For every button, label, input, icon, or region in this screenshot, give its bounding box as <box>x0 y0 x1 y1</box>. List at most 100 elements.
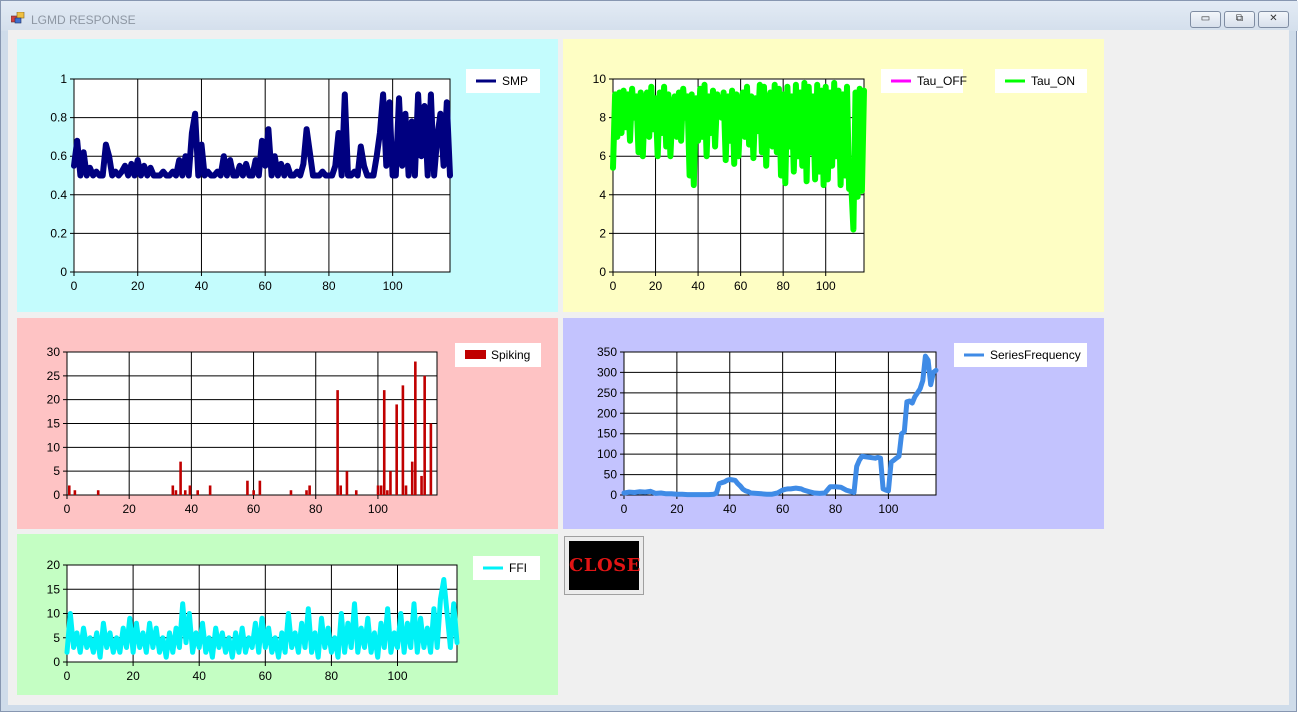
y-tick-label: 250 <box>597 386 617 400</box>
y-tick-label: 50 <box>604 468 618 482</box>
y-tick-label: 0 <box>610 488 617 502</box>
bar <box>179 461 182 495</box>
y-tick-label: 0 <box>599 265 606 279</box>
chart-tau-svg: 02468100 20 40 60 80 100Tau_OFF Tau_ON <box>563 39 1104 312</box>
y-tick-label: 10 <box>47 440 61 454</box>
bar <box>305 490 308 495</box>
y-tick-label: 0.4 <box>50 188 67 202</box>
bar <box>386 490 389 495</box>
y-tick-label: 6 <box>599 149 606 163</box>
x-tick-label: 40 <box>723 502 737 516</box>
x-tick-label: 40 <box>691 279 705 293</box>
bar <box>67 485 71 495</box>
x-tick-label: 0 <box>621 502 628 516</box>
y-tick-label: 15 <box>47 417 61 431</box>
y-tick-label: 4 <box>599 188 606 202</box>
y-tick-label: 100 <box>597 447 617 461</box>
y-tick-label: 0.6 <box>50 149 67 163</box>
bar <box>376 485 380 495</box>
bar <box>336 390 339 495</box>
bar <box>196 490 199 495</box>
chart-series-frequency: 0 50 100 150 200 250 300 350 0 20 40 60 80 100 SeriesF… <box>563 318 1104 529</box>
x-tick-label: 60 <box>259 279 273 293</box>
maximize-icon: ⧉ <box>1235 13 1244 24</box>
x-tick-label: 40 <box>193 669 207 683</box>
bar <box>401 385 405 495</box>
x-tick-label: 80 <box>829 502 843 516</box>
x-tick-label: 20 <box>131 279 145 293</box>
x-tick-label: 20 <box>649 279 663 293</box>
bar <box>345 471 349 495</box>
bar <box>252 490 255 495</box>
bar <box>208 485 212 495</box>
x-tick-label: 60 <box>776 502 790 516</box>
app-icon <box>11 12 25 24</box>
close-button[interactable]: CLOSE <box>564 536 644 595</box>
y-tick-label: 5 <box>53 464 60 478</box>
bar <box>171 485 175 495</box>
y-tick-label: 0 <box>53 655 60 669</box>
chart-ffi: 0 5 10 15 20 0 20 40 60 80 100 FFI <box>17 534 558 695</box>
y-tick-label: 10 <box>47 607 61 621</box>
y-tick-label: 2 <box>599 226 606 240</box>
y-tick-label: 8 <box>599 111 606 125</box>
legend-label: Spiking <box>491 348 530 362</box>
x-tick-label: 80 <box>309 502 323 516</box>
y-tick-label: 30 <box>47 345 61 359</box>
x-tick-label: 60 <box>259 669 273 683</box>
x-tick-label: 100 <box>383 279 403 293</box>
y-tick-label: 20 <box>47 393 61 407</box>
bar <box>174 490 178 495</box>
x-tick-label: 40 <box>195 279 209 293</box>
y-tick-label: 350 <box>597 345 617 359</box>
x-tick-label: 100 <box>878 502 898 516</box>
y-tick-label: 150 <box>597 427 617 441</box>
legend-label: SMP <box>502 74 528 88</box>
legend-label: Tau_OFF <box>917 74 967 88</box>
y-tick-label: 10 <box>593 72 607 86</box>
chart-tau: 0 2 4 6 8 10 0 20 40 60 80 100 Tau_OFF Tau_ON <box>563 39 1104 312</box>
x-tick-label: 20 <box>123 502 137 516</box>
bar <box>258 480 262 495</box>
bar <box>420 475 423 495</box>
x-tick-label: 0 <box>71 279 78 293</box>
legend-label: SeriesFrequency <box>990 348 1081 362</box>
chart-smp-svg: 0 0.2 0.4 0.6 0.8 1 0 20 40 60 80 100 SMP <box>17 39 558 312</box>
bar <box>410 461 414 495</box>
y-tick-label: 0 <box>53 488 60 502</box>
minimize-button[interactable]: ▭ <box>1190 11 1221 28</box>
y-tick-label: 5 <box>53 631 60 645</box>
bar <box>339 485 343 495</box>
bar <box>183 490 187 495</box>
close-icon: ✕ <box>1269 13 1278 24</box>
bar <box>395 404 398 495</box>
x-tick-label: 0 <box>610 279 617 293</box>
chart-series-frequency-svg: 0 50 100 150 200 250 300 350 0 20 40 60 80 100 SeriesF… <box>563 318 1104 529</box>
minimize-icon: ▭ <box>1200 13 1211 24</box>
x-tick-label: 100 <box>368 502 388 516</box>
x-tick-label: 40 <box>185 502 199 516</box>
bar <box>382 390 386 495</box>
y-tick-label: 20 <box>47 558 61 572</box>
x-tick-label: 20 <box>126 669 140 683</box>
chart-smp: 0 0.2 0.4 0.6 0.8 1 0 20 40 60 80 100 SMP <box>17 39 558 312</box>
x-tick-label: 80 <box>776 279 790 293</box>
maximize-button[interactable]: ⧉ <box>1224 11 1255 28</box>
x-tick-label: 100 <box>816 279 836 293</box>
bar <box>404 485 408 495</box>
x-tick-label: 20 <box>670 502 684 516</box>
y-tick-label: 0.2 <box>50 226 67 240</box>
title-bar[interactable]: LGMD RESPONSE ▭ ⧉ ✕ <box>1 1 1298 31</box>
bar <box>96 490 100 495</box>
legend-swatch <box>465 350 486 359</box>
x-tick-label: 0 <box>64 669 71 683</box>
bar <box>379 485 383 495</box>
bar <box>354 490 358 495</box>
bar <box>73 490 77 495</box>
close-window-button[interactable]: ✕ <box>1258 11 1289 28</box>
y-tick-label: 200 <box>597 406 617 420</box>
bar <box>429 423 433 495</box>
x-tick-label: 60 <box>247 502 261 516</box>
bar <box>423 375 426 495</box>
legend-label: FFI <box>509 561 527 575</box>
